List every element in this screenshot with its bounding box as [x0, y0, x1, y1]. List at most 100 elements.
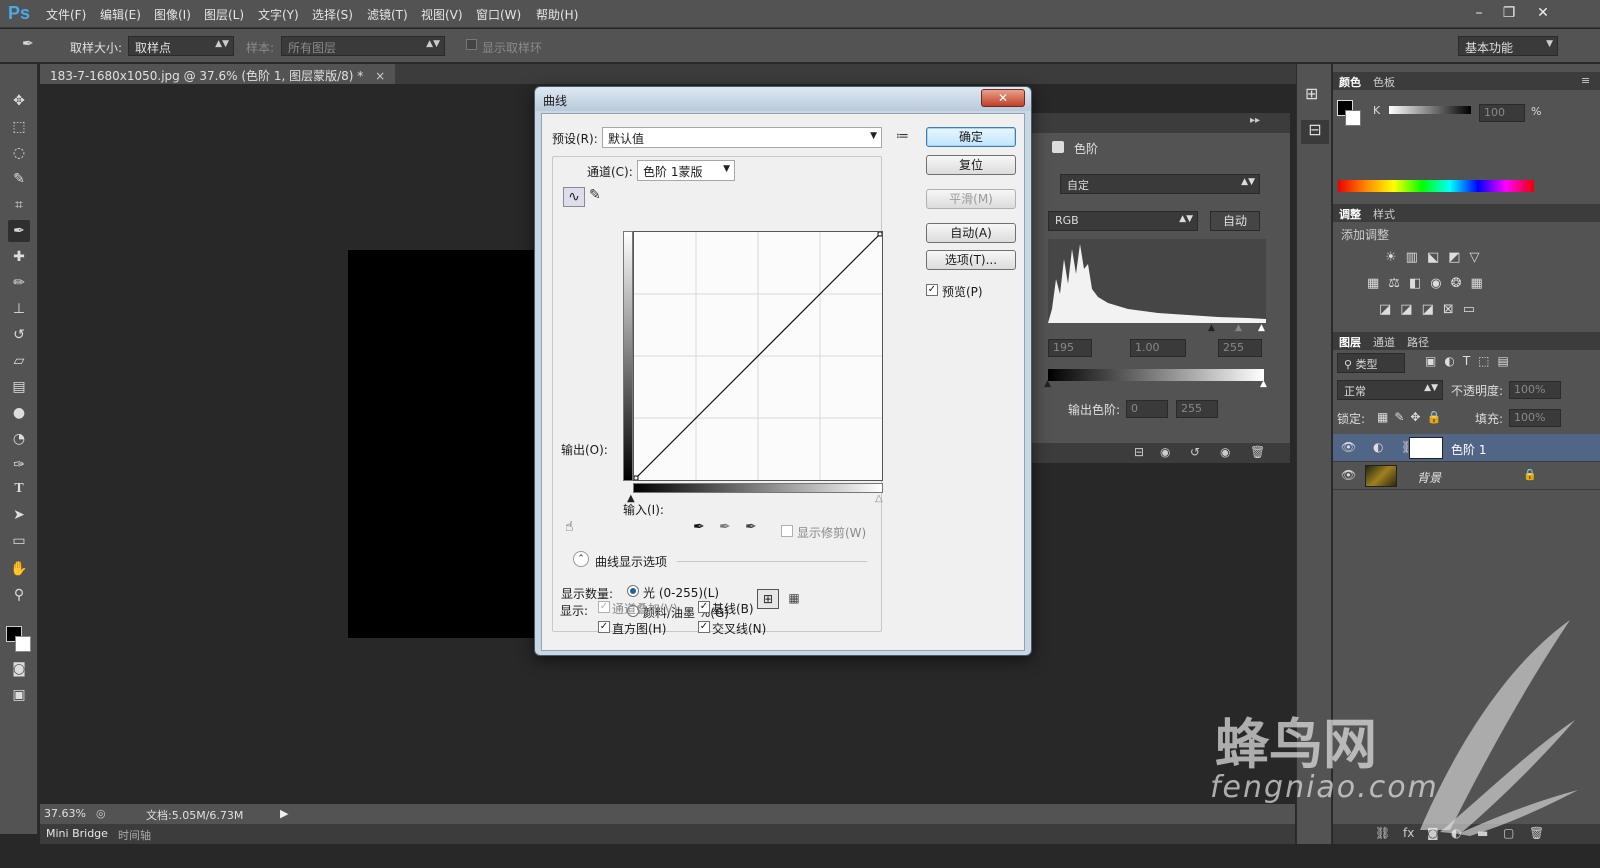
- lock-transparency-icon[interactable]: ▦: [1377, 410, 1394, 424]
- crop-tool-icon[interactable]: ⌗: [8, 194, 30, 216]
- channel-select[interactable]: RGB ▲▼: [1048, 211, 1198, 231]
- show-clipping-checkbox[interactable]: [781, 525, 793, 537]
- input-gamma-field[interactable]: 1.00: [1130, 339, 1186, 357]
- smooth-button[interactable]: 平滑(M): [926, 189, 1016, 209]
- curve-graph[interactable]: [633, 231, 883, 481]
- collapse-options-icon[interactable]: ⌃: [573, 551, 589, 567]
- menu-view[interactable]: 视图(V): [421, 6, 463, 23]
- blur-tool-icon[interactable]: ●: [8, 402, 30, 424]
- menu-window[interactable]: 窗口(W): [476, 6, 521, 23]
- on-image-adjust-icon[interactable]: ☝: [565, 519, 574, 535]
- selective-color-icon[interactable]: ⊠: [1443, 302, 1463, 317]
- baseline-checkbox[interactable]: ✓: [698, 601, 710, 613]
- menu-select[interactable]: 选择(S): [312, 6, 353, 23]
- eye-icon[interactable]: 👁: [1341, 440, 1356, 454]
- brightness-icon[interactable]: ☀: [1385, 250, 1406, 265]
- path-select-tool-icon[interactable]: ➤: [8, 504, 30, 526]
- tab-swatches[interactable]: 色板: [1373, 74, 1395, 90]
- pixel-filter-icon[interactable]: ▣: [1425, 354, 1444, 368]
- levels-icon[interactable]: ▥: [1406, 250, 1427, 265]
- detailed-grid-icon[interactable]: ▦: [783, 589, 805, 609]
- output-white-field[interactable]: 255: [1176, 400, 1218, 418]
- black-point-slider-icon[interactable]: ▲: [1208, 323, 1215, 333]
- sample-select[interactable]: 所有图层 ▲▼: [281, 36, 445, 56]
- reset-icon[interactable]: ↺: [1190, 445, 1200, 459]
- gradient-tool-icon[interactable]: ▤: [8, 376, 30, 398]
- histogram-checkbox[interactable]: ✓: [598, 621, 610, 633]
- color-spectrum[interactable]: [1338, 180, 1534, 192]
- eyedropper-tool-icon[interactable]: ✒: [8, 220, 30, 242]
- tab-mini-bridge[interactable]: Mini Bridge: [46, 827, 108, 840]
- panel-collapse-icon[interactable]: ▸▸: [1250, 115, 1260, 126]
- reset-button[interactable]: 复位: [926, 155, 1016, 175]
- trash-icon[interactable]: 🗑: [1250, 445, 1265, 459]
- tab-channels[interactable]: 通道: [1373, 334, 1395, 350]
- menu-help[interactable]: 帮助(H): [536, 6, 578, 23]
- eraser-tool-icon[interactable]: ▱: [8, 350, 30, 372]
- pen-tool-icon[interactable]: ✑: [8, 454, 30, 476]
- panel-menu-icon[interactable]: ≡: [1581, 74, 1590, 87]
- restore-button[interactable]: ❐: [1494, 2, 1524, 24]
- menu-type[interactable]: 文字(Y): [258, 6, 299, 23]
- curves-icon[interactable]: ⬕: [1427, 250, 1448, 265]
- menu-image[interactable]: 图像(I): [154, 6, 191, 23]
- sample-size-select[interactable]: 取样点 ▲▼: [128, 36, 234, 56]
- gray-eyedropper-icon[interactable]: ✒: [719, 519, 731, 535]
- hue-saturation-icon[interactable]: ▦: [1367, 276, 1388, 291]
- input-black-field[interactable]: 195: [1048, 339, 1092, 357]
- shape-tool-icon[interactable]: ▭: [8, 530, 30, 552]
- tab-adjustments[interactable]: 调整: [1339, 206, 1361, 222]
- adjustment-filter-icon[interactable]: ◐: [1444, 354, 1462, 368]
- k-value-field[interactable]: 100: [1479, 104, 1525, 122]
- options-button[interactable]: 选项(T)...: [926, 250, 1016, 270]
- history-panel-icon[interactable]: ⊞: [1305, 84, 1318, 103]
- lock-all-icon[interactable]: 🔒: [1426, 410, 1447, 424]
- ok-button[interactable]: 确定: [926, 127, 1016, 147]
- midtone-slider-icon[interactable]: ▲: [1235, 323, 1242, 333]
- dodge-tool-icon[interactable]: ◔: [8, 428, 30, 450]
- link-layers-icon[interactable]: ⛓: [1375, 826, 1390, 840]
- posterize-icon[interactable]: ◪: [1400, 302, 1421, 317]
- properties-panel-icon[interactable]: ⊟: [1301, 120, 1329, 144]
- background-color-swatch[interactable]: [1345, 110, 1361, 126]
- tab-layers[interactable]: 图层: [1339, 334, 1361, 350]
- channel-select[interactable]: 色阶 1蒙版 ▼: [637, 160, 735, 181]
- exposure-icon[interactable]: ◩: [1448, 250, 1469, 265]
- menu-edit[interactable]: 编辑(E): [100, 6, 141, 23]
- color-lookup-icon[interactable]: ▦: [1471, 276, 1492, 291]
- tab-timeline[interactable]: 时间轴: [118, 827, 151, 843]
- menu-file[interactable]: 文件(F): [46, 6, 86, 23]
- menu-layer[interactable]: 图层(L): [204, 6, 244, 23]
- black-eyedropper-icon[interactable]: ✒: [693, 519, 705, 535]
- input-white-slider-icon[interactable]: △: [875, 493, 883, 504]
- clip-to-layer-icon[interactable]: ⊟: [1134, 445, 1144, 459]
- quick-mask-icon[interactable]: ◙: [8, 658, 30, 680]
- pencil-icon[interactable]: ✎: [589, 187, 609, 207]
- layer-thumbnail[interactable]: [1365, 465, 1397, 487]
- eye-icon[interactable]: 👁: [1341, 468, 1356, 482]
- dialog-close-button[interactable]: ✕: [981, 89, 1025, 107]
- channel-mixer-icon[interactable]: ❂: [1451, 276, 1471, 291]
- close-window-button[interactable]: ✕: [1528, 2, 1558, 24]
- type-tool-icon[interactable]: T: [8, 478, 30, 500]
- lock-position-icon[interactable]: ✥: [1410, 410, 1426, 424]
- hand-tool-icon[interactable]: ✋: [8, 558, 30, 580]
- black-white-icon[interactable]: ◧: [1409, 276, 1430, 291]
- simple-grid-icon[interactable]: ⊞: [757, 589, 779, 609]
- type-filter-icon[interactable]: T: [1463, 354, 1478, 368]
- preset-options-icon[interactable]: ≔: [896, 129, 909, 144]
- history-brush-tool-icon[interactable]: ↺: [8, 324, 30, 346]
- invert-icon[interactable]: ◪: [1379, 302, 1400, 317]
- move-tool-icon[interactable]: ✥: [8, 90, 30, 112]
- light-radio[interactable]: [627, 585, 639, 597]
- white-eyedropper-icon[interactable]: ✒: [745, 519, 757, 535]
- workspace-select[interactable]: 基本功能 ▼: [1458, 36, 1558, 56]
- minimize-button[interactable]: –: [1464, 2, 1494, 24]
- blend-mode-select[interactable]: 正常 ▲▼: [1337, 380, 1443, 400]
- quick-select-tool-icon[interactable]: ✎: [8, 168, 30, 190]
- document-tab[interactable]: 183-7-1680x1050.jpg @ 37.6% (色阶 1, 图层蒙版/…: [40, 64, 396, 84]
- curve-edit-icon[interactable]: ∿: [563, 187, 585, 207]
- output-white-slider-icon[interactable]: ▲: [1260, 379, 1267, 389]
- preview-checkbox[interactable]: ✓: [926, 284, 938, 296]
- auto-button[interactable]: 自动: [1210, 211, 1260, 231]
